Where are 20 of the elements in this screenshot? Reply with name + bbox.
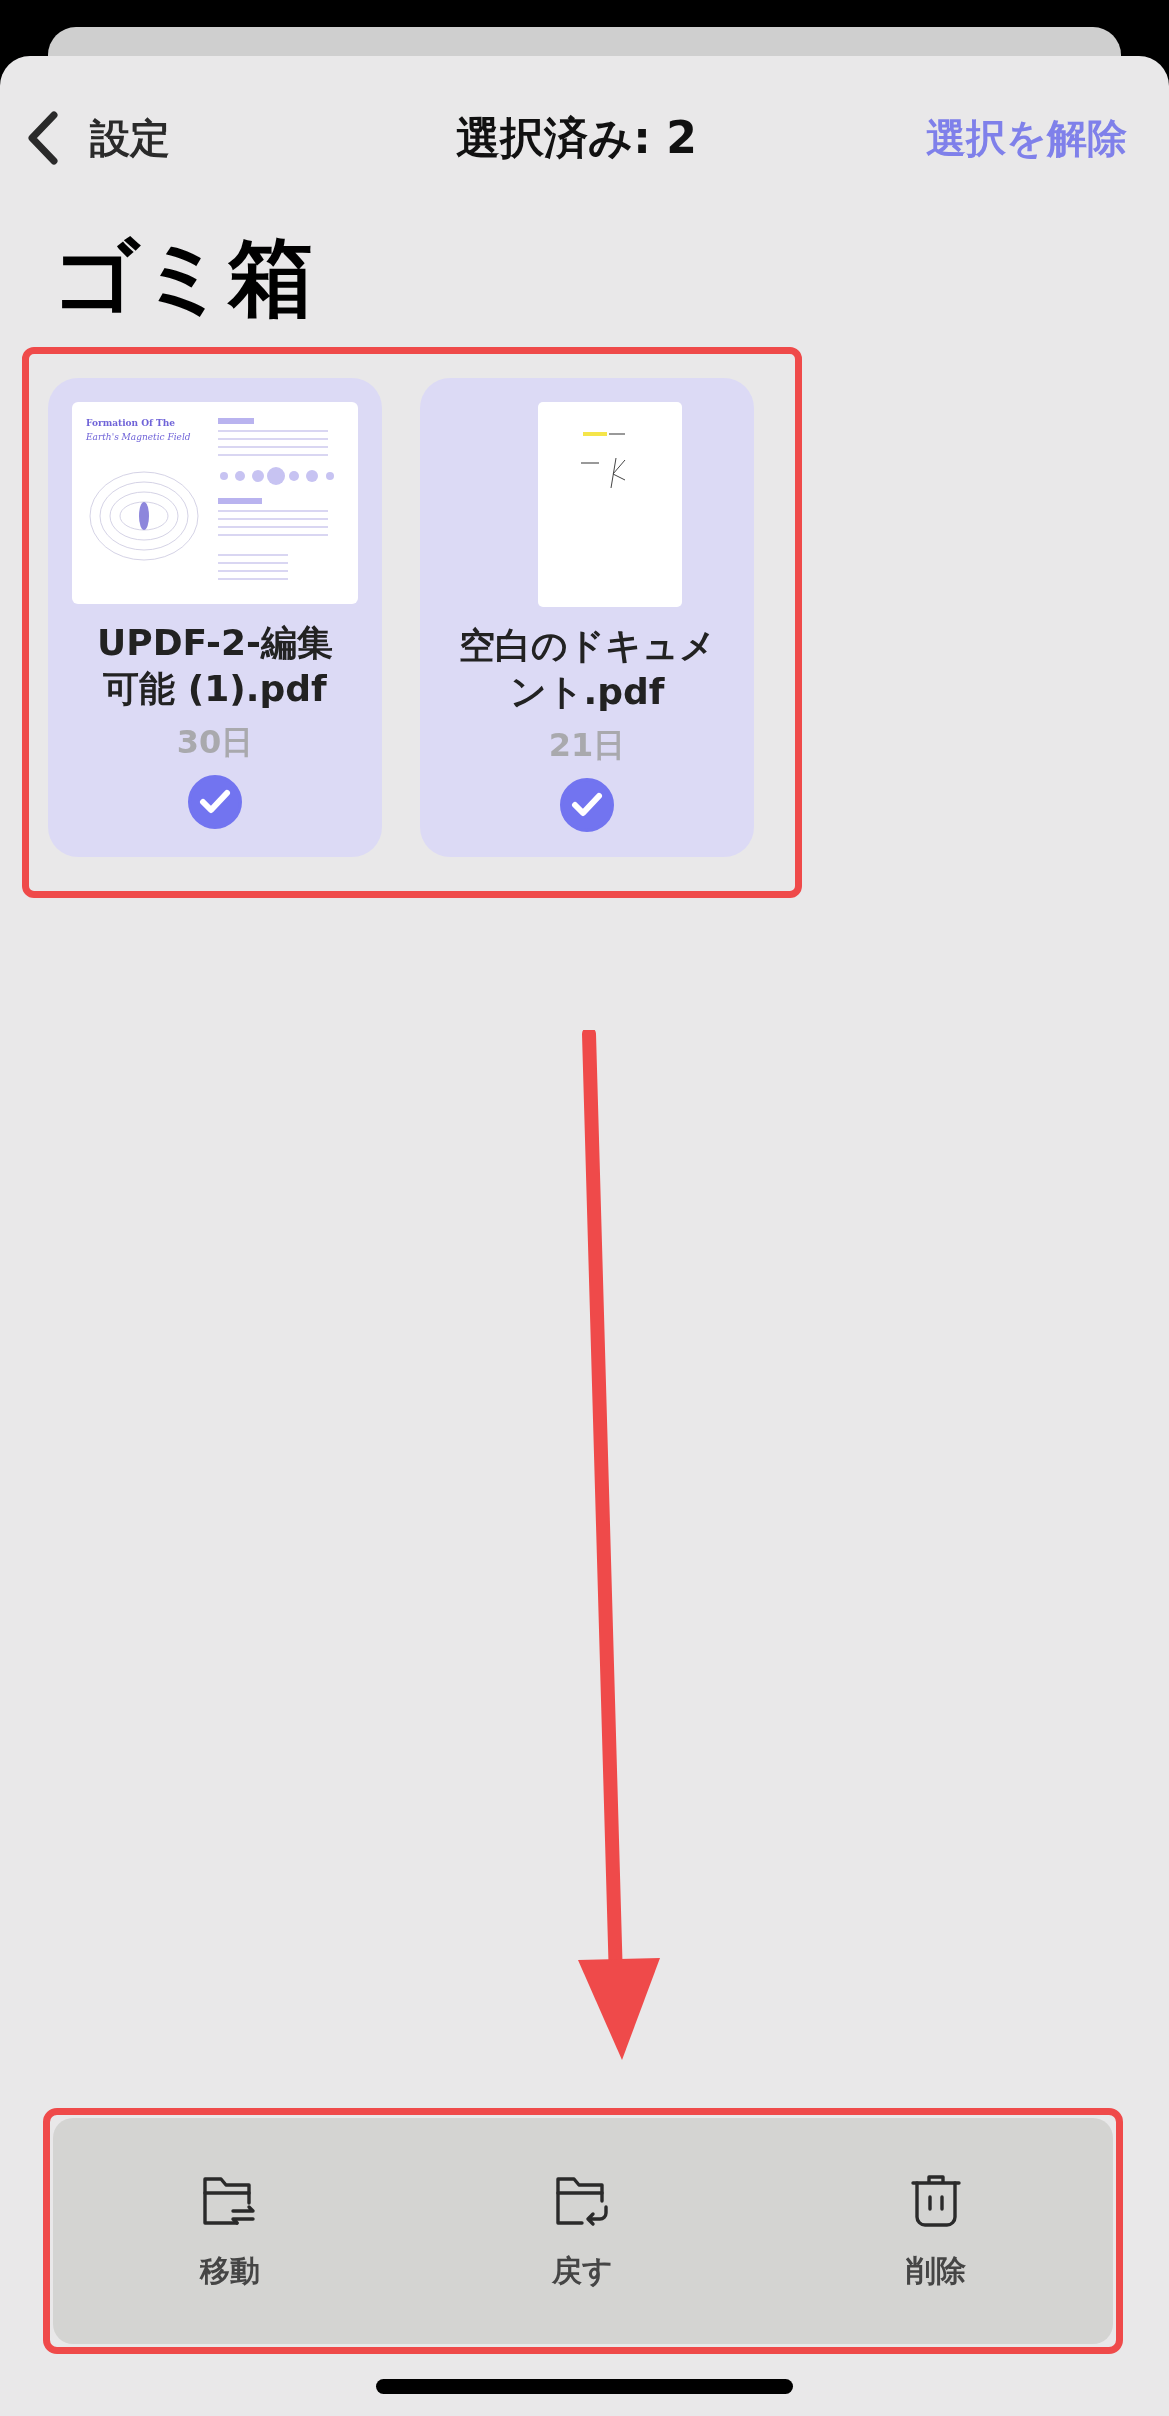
selection-check[interactable] <box>188 775 242 830</box>
back-label: 設定 <box>90 113 170 163</box>
days-remaining: 30日 <box>176 722 254 764</box>
toolbar-button[interactable]: 移動 <box>186 2164 273 2298</box>
back-button[interactable]: 設定 <box>26 110 170 166</box>
file-name: UPDF-2-編集可能 (1).pdf <box>96 620 334 712</box>
selection-check[interactable] <box>560 778 614 833</box>
page-title: ゴミ箱 <box>52 230 315 325</box>
thumbnail-title: Formation Of The <box>86 417 177 428</box>
chevron-left-icon <box>26 110 60 166</box>
file-name: 空白のドキュメント.pdf <box>457 623 717 715</box>
file-card[interactable]: Formation Of The Earth's Magnetic Field UPDF-2-編集可能 (1).pdf 30日 <box>48 377 382 857</box>
toolbar-button[interactable]: 戻す <box>540 2164 626 2298</box>
checkmark-icon <box>571 792 603 819</box>
checkmark-icon <box>199 789 231 816</box>
file-card[interactable]: 空白のドキュメント.pdf 21日 <box>420 377 754 857</box>
selection-count-title: 選択済み: 2 <box>456 110 697 165</box>
toolbar-button[interactable]: 削除 <box>893 2164 980 2298</box>
days-remaining: 21日 <box>548 725 626 767</box>
thumbnail-title: Earth's Magnetic Field <box>86 431 192 442</box>
